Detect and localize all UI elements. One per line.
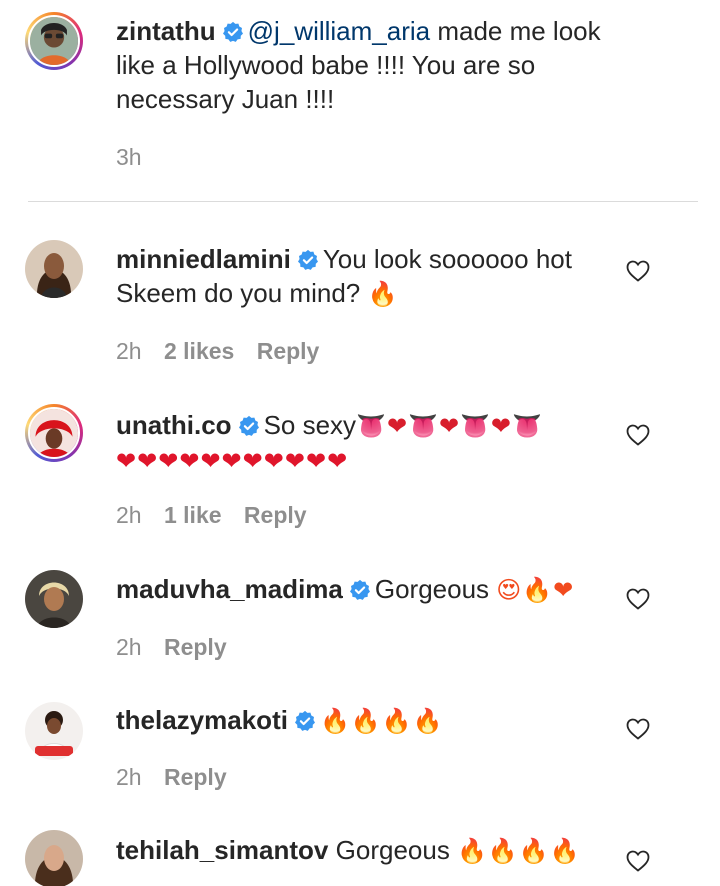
likes-count[interactable]: 2 likes bbox=[164, 338, 234, 364]
emoji-sequence: 😍🔥❤ bbox=[496, 576, 575, 604]
heart-outline-icon[interactable] bbox=[626, 588, 650, 610]
avatar-image bbox=[25, 570, 83, 628]
username-link[interactable]: maduvha_madima bbox=[116, 574, 343, 604]
verified-badge-icon bbox=[238, 415, 259, 436]
reply-button[interactable]: Reply bbox=[244, 502, 307, 528]
verified-badge-icon bbox=[294, 710, 315, 731]
comment-line-1: You look soooooo hot bbox=[322, 244, 572, 274]
avatar-image bbox=[25, 702, 83, 760]
fire-emoji-row: 🔥🔥🔥🔥 bbox=[319, 707, 444, 735]
avatar-image bbox=[25, 240, 83, 298]
comment-meta: 2h Reply bbox=[116, 634, 243, 661]
caption-meta: 3h bbox=[116, 144, 158, 171]
timestamp: 2h bbox=[116, 764, 142, 790]
heart-outline-icon[interactable] bbox=[626, 718, 650, 740]
timestamp: 3h bbox=[116, 144, 142, 170]
timestamp: 2h bbox=[116, 634, 142, 660]
username-link[interactable]: unathi.co bbox=[116, 410, 232, 440]
timestamp: 2h bbox=[116, 338, 142, 364]
comment-meta: 2h Reply bbox=[116, 764, 243, 791]
comment-line-2: Skeem do you mind? bbox=[116, 278, 368, 308]
comment-text: thelazymakoti 🔥🔥🔥🔥 bbox=[116, 703, 611, 738]
avatar[interactable] bbox=[25, 404, 83, 462]
verified-badge-icon bbox=[297, 249, 318, 270]
heart-outline-icon[interactable] bbox=[626, 260, 650, 282]
reply-button[interactable]: Reply bbox=[164, 764, 227, 790]
likes-count[interactable]: 1 like bbox=[164, 502, 222, 528]
emoji-sequence: 👅❤👅❤👅❤👅 bbox=[356, 412, 543, 440]
username-link[interactable]: thelazymakoti bbox=[116, 705, 288, 735]
comment-line-1: So sexy bbox=[263, 410, 357, 440]
fire-emoji: 🔥 bbox=[367, 280, 399, 308]
avatar-image bbox=[30, 409, 78, 457]
caption-line-1: made me look bbox=[430, 16, 601, 46]
verified-badge-icon bbox=[222, 21, 243, 42]
heart-outline-icon[interactable] bbox=[626, 850, 650, 872]
caption-text: zintathu @j_william_aria made me look lik… bbox=[116, 14, 611, 116]
username-link[interactable]: tehilah_simantov bbox=[116, 835, 328, 865]
avatar[interactable] bbox=[25, 570, 83, 628]
comment-text: minniedlamini You look soooooo hot Skeem … bbox=[116, 242, 611, 311]
avatar[interactable] bbox=[25, 702, 83, 760]
comment-meta: 2h 1 like Reply bbox=[116, 502, 323, 529]
fire-emoji-row: 🔥🔥🔥🔥 bbox=[457, 837, 581, 865]
comment-text: tehilah_simantov Gorgeous 🔥🔥🔥🔥 bbox=[116, 833, 611, 868]
heart-outline-icon[interactable] bbox=[626, 424, 650, 446]
caption-line-3: necessary Juan !!!! bbox=[116, 84, 335, 114]
comment-line-1: Gorgeous bbox=[374, 574, 497, 604]
username-link[interactable]: zintathu bbox=[116, 16, 216, 46]
reply-button[interactable]: Reply bbox=[257, 338, 320, 364]
divider bbox=[28, 201, 698, 202]
reply-button[interactable]: Reply bbox=[164, 634, 227, 660]
mention-link[interactable]: @j_william_aria bbox=[248, 16, 430, 46]
verified-badge-icon bbox=[349, 579, 370, 600]
avatar[interactable] bbox=[25, 830, 83, 886]
avatar[interactable] bbox=[25, 240, 83, 298]
timestamp: 2h bbox=[116, 502, 142, 528]
avatar-image bbox=[30, 17, 78, 65]
comment-meta: 2h 2 likes Reply bbox=[116, 338, 335, 365]
avatar[interactable] bbox=[25, 12, 83, 70]
comment-line-1: Gorgeous bbox=[335, 835, 458, 865]
comment-text: unathi.co So sexy👅❤👅❤👅❤👅 ❤❤❤❤❤❤❤❤❤❤❤ bbox=[116, 408, 611, 478]
avatar-image bbox=[25, 830, 83, 886]
comment-text: maduvha_madima Gorgeous 😍🔥❤ bbox=[116, 572, 611, 607]
username-link[interactable]: minniedlamini bbox=[116, 244, 291, 274]
hearts-emoji-row: ❤❤❤❤❤❤❤❤❤❤❤ bbox=[116, 447, 349, 475]
caption-line-2: like a Hollywood babe !!!! You are so bbox=[116, 50, 536, 80]
